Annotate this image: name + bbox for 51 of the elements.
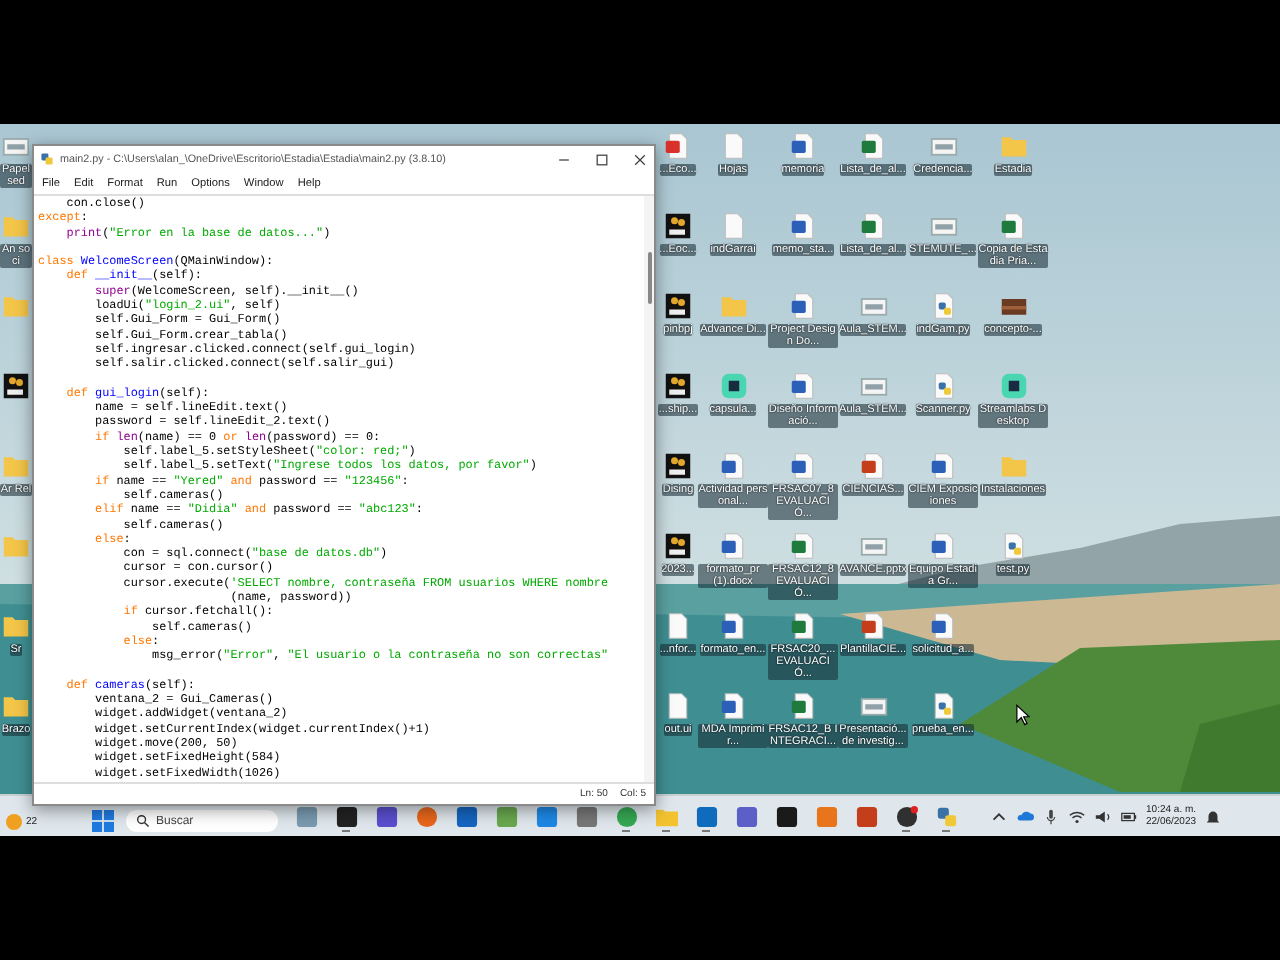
spreadsheet-icon[interactable] [859, 212, 887, 240]
document-icon[interactable] [789, 452, 817, 480]
page-icon[interactable] [664, 692, 692, 720]
search-icon [136, 814, 150, 828]
maximize-icon[interactable] [594, 151, 610, 167]
windows-start-icon[interactable] [92, 810, 114, 832]
wifi-icon[interactable] [1068, 807, 1086, 825]
recorder-app-icon[interactable] [895, 806, 917, 828]
chat-app-icon[interactable] [375, 806, 397, 828]
notification-bell-icon[interactable] [1204, 807, 1223, 825]
page-icon[interactable] [664, 612, 692, 640]
document-icon[interactable] [719, 692, 747, 720]
mouse-pointer-icon [1016, 704, 1030, 726]
people-app-icon[interactable] [735, 806, 757, 828]
document-icon[interactable] [789, 132, 817, 160]
spreadsheet-icon[interactable] [859, 132, 887, 160]
image-file-icon[interactable] [2, 132, 30, 160]
gear-icon[interactable] [575, 806, 597, 828]
store-icon[interactable] [455, 806, 477, 828]
document-icon[interactable] [789, 372, 817, 400]
spreadsheet-icon[interactable] [999, 212, 1027, 240]
python-app-icon[interactable] [935, 806, 957, 828]
spreadsheet-icon[interactable] [789, 532, 817, 560]
spreadsheet-icon[interactable] [789, 692, 817, 720]
scrollbar-thumb[interactable] [647, 252, 651, 304]
document-icon[interactable] [929, 612, 957, 640]
python-file-icon [40, 152, 54, 166]
cloud-icon[interactable] [1016, 807, 1034, 825]
news-widget-icon[interactable] [295, 806, 317, 828]
presentation-icon[interactable] [859, 452, 887, 480]
document-icon[interactable] [719, 452, 747, 480]
document-icon[interactable] [929, 532, 957, 560]
presentation-icon[interactable] [859, 612, 887, 640]
speaker-icon[interactable] [1094, 807, 1112, 825]
document-icon[interactable] [789, 292, 817, 320]
document-icon[interactable] [929, 452, 957, 480]
terminal-icon[interactable] [335, 806, 357, 828]
close-icon[interactable] [632, 151, 648, 167]
browser-icon[interactable] [415, 806, 437, 828]
browser-icon[interactable] [615, 806, 637, 828]
battery-icon[interactable] [1120, 807, 1138, 825]
pdf-icon[interactable] [664, 132, 692, 160]
code-editor-icon[interactable] [775, 806, 797, 828]
microphone-icon[interactable] [1042, 807, 1060, 825]
document-icon[interactable] [719, 532, 747, 560]
spreadsheet-icon[interactable] [789, 612, 817, 640]
mail-app-icon[interactable] [695, 806, 717, 828]
presentation-app-icon[interactable] [855, 806, 877, 828]
image-file-icon[interactable] [859, 692, 887, 720]
document-icon[interactable] [789, 212, 817, 240]
document-icon[interactable] [719, 612, 747, 640]
